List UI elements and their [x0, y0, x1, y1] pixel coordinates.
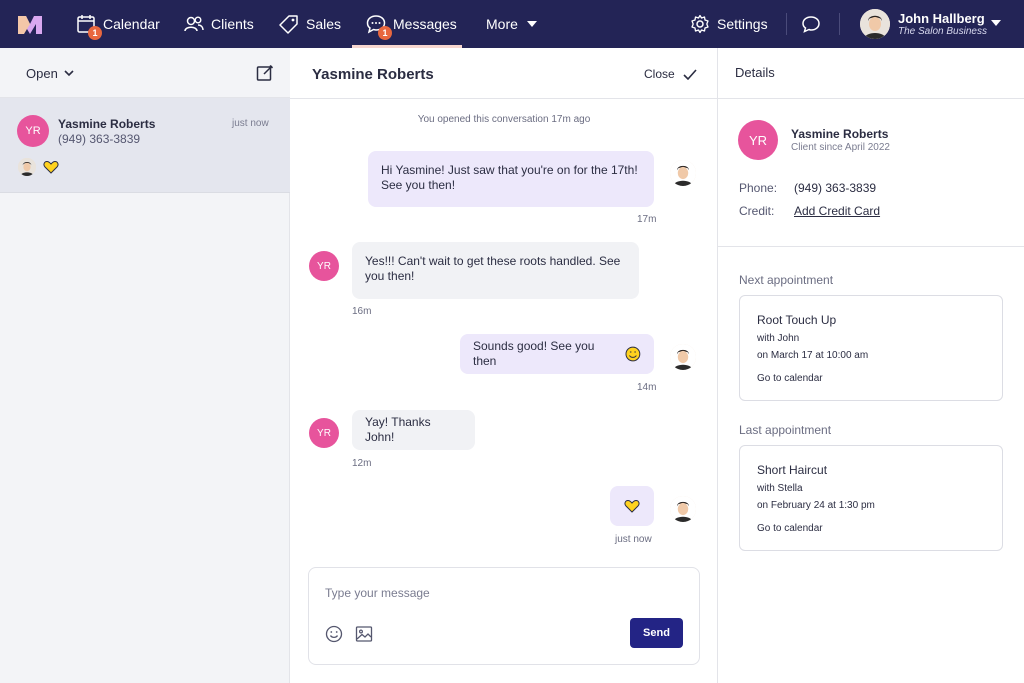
nav-settings-label: Settings [717, 16, 768, 32]
conversation-title: Yasmine Roberts [312, 66, 434, 83]
gear-icon [690, 14, 710, 34]
send-button[interactable]: Send [630, 618, 683, 648]
message-text: Yay! Thanks John! [365, 415, 431, 444]
user-avatar[interactable] [860, 9, 890, 39]
details-header: Details [718, 48, 1024, 99]
nav-divider [786, 13, 787, 35]
nav-more-label: More [486, 16, 518, 32]
user-name[interactable]: John Hallberg [898, 11, 985, 26]
inbox-pane: Open YR Yasmine Roberts (949) 363-3839 j… [0, 48, 290, 683]
status-filter-label: Open [26, 66, 58, 81]
conversation-phone: (949) 363-3839 [58, 132, 141, 146]
nav-divider [839, 13, 840, 35]
client-avatar: YR [738, 120, 778, 160]
system-note: You opened this conversation 17m ago [417, 114, 591, 125]
heart-icon [43, 160, 59, 174]
message-time: 12m [352, 458, 372, 469]
staff-avatar [670, 496, 696, 522]
conversation-time: just now [232, 118, 269, 129]
appointment-time: on March 17 at 10:00 am [757, 350, 869, 361]
message-outgoing: Hi Yasmine! Just saw that you're on for … [368, 151, 654, 207]
message-text: Sounds good! See you then [473, 339, 595, 368]
next-appointment-card: Root Touch Up with John on March 17 at 1… [739, 295, 1003, 401]
feedback-button[interactable] [801, 0, 828, 48]
conversation-name: Yasmine Roberts [58, 117, 156, 131]
credit-label: Credit: [739, 204, 775, 218]
staff-avatar [670, 160, 696, 186]
nav-clients-label: Clients [211, 16, 254, 32]
message-time: 16m [352, 306, 372, 317]
messages-badge: 1 [378, 26, 392, 40]
last-appointment-card: Short Haircut with Stella on February 24… [739, 445, 1003, 551]
phone-value: (949) 363-3839 [794, 181, 877, 195]
chevron-down-icon [64, 70, 74, 77]
staff-mini-avatar [18, 158, 36, 176]
client-avatar: YR [309, 251, 339, 281]
appointment-staff: with Stella [757, 483, 803, 494]
nav-sales-label: Sales [306, 16, 342, 32]
message-time: 17m [637, 214, 657, 225]
appointment-staff: with John [757, 333, 800, 344]
user-business: The Salon Business [898, 26, 987, 37]
conversation-pane: Yasmine Roberts Close You opened this co… [290, 48, 718, 683]
appointment-service: Root Touch Up [757, 313, 837, 327]
close-label: Close [644, 67, 675, 81]
details-pane: Details YR Yasmine Roberts Client since … [718, 48, 1024, 683]
party-emoji-icon [625, 346, 641, 362]
conversation-list-item[interactable]: YR Yasmine Roberts (949) 363-3839 just n… [0, 98, 290, 193]
message-input[interactable] [325, 586, 625, 600]
nav-settings[interactable]: Settings [690, 0, 768, 48]
client-summary: YR Yasmine Roberts Client since April 20… [718, 99, 1024, 247]
nav-messages-label: Messages [393, 16, 457, 32]
client-avatar: YR [309, 418, 339, 448]
nav-more[interactable]: More [486, 0, 537, 48]
calendar-badge: 1 [88, 26, 102, 40]
calendar-icon: 1 [76, 14, 102, 40]
nav-clients[interactable]: Clients [184, 0, 254, 48]
phone-label: Phone: [739, 181, 778, 195]
heart-icon [624, 499, 640, 513]
brand-logo-icon[interactable] [18, 14, 42, 34]
conversation-header: Yasmine Roberts Close [290, 48, 718, 99]
go-to-calendar-link[interactable]: Go to calendar [757, 523, 823, 534]
next-appointment-label: Next appointment [739, 273, 834, 287]
clients-icon [184, 14, 204, 34]
image-icon[interactable] [355, 625, 373, 643]
nav-calendar[interactable]: 1 Calendar [76, 0, 160, 48]
add-credit-card-link[interactable]: Add Credit Card [794, 204, 880, 218]
message-text: Yes!!! Can't wait to get these roots han… [365, 254, 621, 283]
inbox-header: Open [0, 48, 290, 98]
checkmark-icon [683, 68, 697, 80]
message-composer: Send [308, 567, 700, 665]
last-appointment-label: Last appointment [739, 423, 832, 437]
nav-sales[interactable]: Sales [279, 0, 341, 48]
client-name[interactable]: Yasmine Roberts [791, 127, 888, 141]
appointment-service: Short Haircut [757, 463, 828, 477]
message-text: Hi Yasmine! Just saw that you're on for … [381, 163, 638, 192]
appointment-time: on February 24 at 1:30 pm [757, 500, 875, 511]
client-avatar: YR [17, 115, 49, 147]
speech-bubble-icon [801, 14, 821, 34]
message-incoming: Yay! Thanks John! [352, 410, 475, 450]
nav-messages[interactable]: 1 Messages [366, 0, 457, 48]
message-incoming: Yes!!! Can't wait to get these roots han… [352, 242, 639, 299]
chat-bubble-icon: 1 [366, 14, 392, 40]
status-filter-dropdown[interactable]: Open [26, 66, 74, 81]
compose-icon[interactable] [256, 64, 274, 82]
message-outgoing: Sounds good! See you then [460, 334, 654, 374]
caret-down-icon [526, 21, 537, 27]
details-title: Details [735, 65, 775, 80]
close-conversation-button[interactable]: Close [644, 67, 697, 81]
tag-icon [279, 14, 299, 34]
user-menu-caret-icon[interactable] [991, 20, 1001, 26]
top-nav: 1 Calendar Clients Sales 1 Messages More… [0, 0, 1024, 48]
go-to-calendar-link[interactable]: Go to calendar [757, 373, 823, 384]
emoji-icon[interactable] [325, 625, 343, 643]
message-time: 14m [637, 382, 657, 393]
message-time: just now [615, 534, 652, 545]
staff-avatar [670, 344, 696, 370]
message-outgoing [610, 486, 654, 526]
client-since: Client since April 2022 [791, 142, 890, 153]
nav-calendar-label: Calendar [103, 16, 160, 32]
